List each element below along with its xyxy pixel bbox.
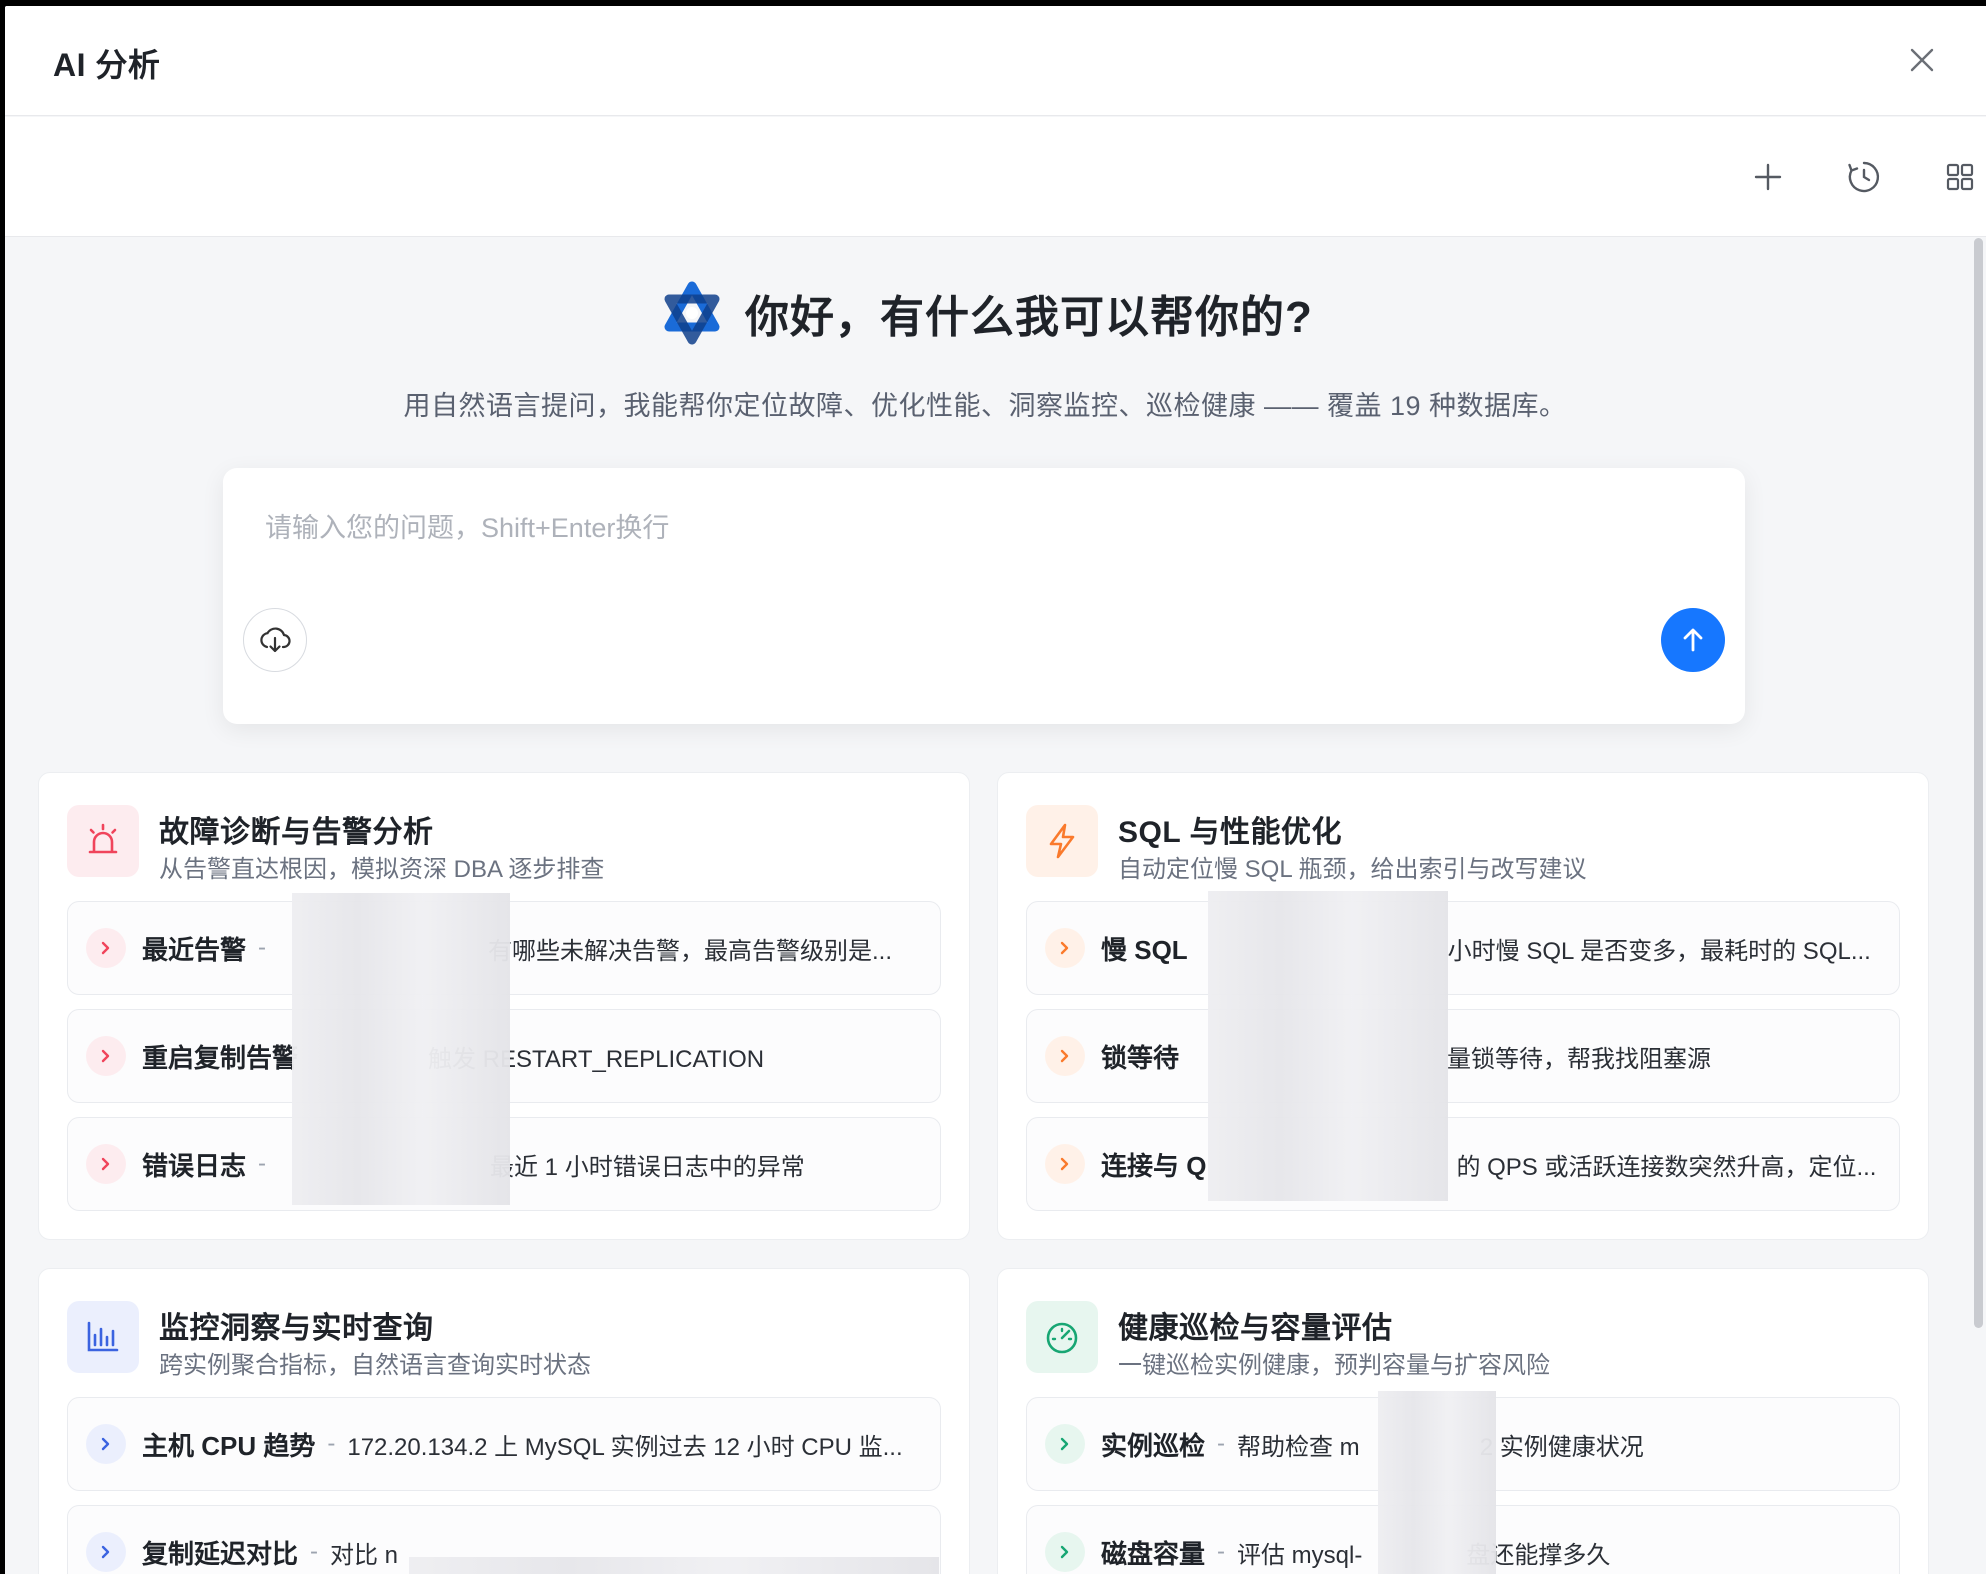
toolbar bbox=[5, 117, 1986, 237]
card-title: 健康巡检与容量评估 bbox=[1118, 1312, 1393, 1345]
card-fault-diagnosis: 故障诊断与告警分析 从告警直达根因，模拟资深 DBA 逐步排查 最近告警 - 有… bbox=[38, 772, 970, 1240]
card-description: 自动定位慢 SQL 瓶颈，给出索引与改写建议 bbox=[1118, 856, 1587, 883]
prompt-text-tail: 2 实例健康状况 bbox=[1479, 1433, 1644, 1461]
chevron-right-icon bbox=[86, 1036, 126, 1076]
prompt-text: 172.20.134.2 上 MySQL 实例过去 12 小时 CPU 监... bbox=[347, 1433, 903, 1461]
alarm-icon bbox=[67, 805, 139, 877]
assistant-logo-icon bbox=[664, 281, 720, 345]
chevron-right-icon bbox=[1045, 1532, 1085, 1572]
chevron-right-icon bbox=[1045, 1144, 1085, 1184]
redaction-mosaic bbox=[409, 1557, 939, 1574]
prompt-text: 对比 n bbox=[330, 1541, 399, 1569]
card-description: 一键巡检实例健康，预判容量与扩容风险 bbox=[1118, 1352, 1550, 1379]
prompt-text: 帮助检查 m bbox=[1237, 1433, 1360, 1461]
prompt-label: 磁盘容量 bbox=[1101, 1538, 1206, 1569]
history-icon[interactable] bbox=[1846, 159, 1882, 195]
hero-subtitle: 用自然语言提问，我能帮你定位故障、优化性能、洞察监控、巡检健康 —— 覆盖 19… bbox=[403, 391, 1567, 421]
chevron-right-icon bbox=[86, 1424, 126, 1464]
close-icon[interactable] bbox=[1906, 44, 1938, 76]
chevron-right-icon bbox=[86, 928, 126, 968]
card-monitoring-insights: 监控洞察与实时查询 跨实例聚合指标，自然语言查询实时状态 主机 CPU 趋势 -… bbox=[38, 1268, 970, 1574]
prompt-label: 错误日志 bbox=[142, 1150, 247, 1181]
prompt-text: 评估 mysql- bbox=[1237, 1541, 1363, 1569]
scrollbar-thumb[interactable] bbox=[1974, 238, 1983, 1328]
card-description: 跨实例聚合指标，自然语言查询实时状态 bbox=[159, 1352, 591, 1379]
arrow-up-icon[interactable] bbox=[1661, 608, 1725, 672]
card-sql-performance: SQL 与性能优化 自动定位慢 SQL 瓶颈，给出索引与改写建议 慢 SQL 小… bbox=[997, 772, 1929, 1240]
prompt-item-lock-wait[interactable]: 锁等待 量锁等待，帮我找阻塞源 bbox=[1026, 1009, 1900, 1103]
redaction-mosaic bbox=[292, 893, 510, 1205]
dialog-title: AI 分析 bbox=[53, 47, 161, 83]
plus-icon[interactable] bbox=[1750, 159, 1786, 195]
card-health-capacity: 健康巡检与容量评估 一键巡检实例健康，预判容量与扩容风险 实例巡检 - 帮助检查… bbox=[997, 1268, 1929, 1574]
chevron-right-icon bbox=[1045, 928, 1085, 968]
prompt-text: 的 QPS 或活跃连接数突然升高，定位... bbox=[1456, 1153, 1877, 1181]
prompt-label: 锁等待 bbox=[1101, 1042, 1180, 1073]
prompt-label: 重启复制告警 bbox=[142, 1042, 299, 1073]
hero-title: 你好，有什么我可以帮你的? bbox=[745, 293, 1313, 342]
chevron-right-icon bbox=[86, 1532, 126, 1572]
prompt-text: 量锁等待，帮我找阻塞源 bbox=[1447, 1045, 1712, 1073]
prompt-label: 实例巡检 bbox=[1101, 1430, 1206, 1461]
dialog-header: AI 分析 bbox=[5, 6, 1986, 116]
prompt-label: 慢 SQL bbox=[1101, 934, 1188, 965]
card-title: SQL 与性能优化 bbox=[1118, 816, 1342, 849]
card-title: 故障诊断与告警分析 bbox=[159, 816, 434, 849]
card-title: 监控洞察与实时查询 bbox=[159, 1312, 434, 1345]
gauge-icon bbox=[1026, 1301, 1098, 1373]
bar-chart-icon bbox=[67, 1301, 139, 1373]
prompt-item-slow-sql[interactable]: 慢 SQL 小时慢 SQL 是否变多，最耗时的 SQL... bbox=[1026, 901, 1900, 995]
chevron-right-icon bbox=[1045, 1424, 1085, 1464]
redaction-mosaic bbox=[1208, 891, 1448, 1201]
scrollbar[interactable] bbox=[1972, 238, 1986, 1574]
prompt-label: 主机 CPU 趋势 bbox=[142, 1430, 316, 1461]
prompt-text: 有哪些未解决告警，最高告警级别是... bbox=[488, 937, 893, 965]
prompt-text: 最近 1 小时错误日志中的异常 bbox=[490, 1153, 805, 1181]
prompt-item-connections-qps[interactable]: 连接与 Q 的 QPS 或活跃连接数突然升高，定位... bbox=[1026, 1117, 1900, 1211]
cloud-upload-icon[interactable] bbox=[243, 608, 307, 672]
lightning-icon bbox=[1026, 805, 1098, 877]
chevron-right-icon bbox=[86, 1144, 126, 1184]
prompt-label: 连接与 Q bbox=[1101, 1150, 1207, 1181]
card-description: 从告警直达根因，模拟资深 DBA 逐步排查 bbox=[159, 856, 605, 883]
prompt-item-host-cpu-trend[interactable]: 主机 CPU 趋势 - 172.20.134.2 上 MySQL 实例过去 12… bbox=[67, 1397, 941, 1491]
main-content: 你好，有什么我可以帮你的? 用自然语言提问，我能帮你定位故障、优化性能、洞察监控… bbox=[5, 238, 1986, 1574]
question-input-box[interactable]: 请输入您的问题，Shift+Enter换行 bbox=[223, 468, 1745, 724]
ai-analysis-dialog: AI 分析 你好，有什么我可以帮你的? 用自然语言提问，我能帮你定位故障、优化性… bbox=[5, 6, 1986, 1574]
welcome-hero: 你好，有什么我可以帮你的? 用自然语言提问，我能帮你定位故障、优化性能、洞察监控… bbox=[5, 278, 1965, 423]
prompt-label: 复制延迟对比 bbox=[142, 1538, 299, 1569]
question-input[interactable]: 请输入您的问题，Shift+Enter换行 bbox=[265, 506, 669, 545]
prompt-label: 最近告警 bbox=[142, 934, 247, 965]
chevron-right-icon bbox=[1045, 1036, 1085, 1076]
grid-icon[interactable] bbox=[1942, 159, 1978, 195]
prompt-text: 小时慢 SQL 是否变多，最耗时的 SQL... bbox=[1447, 937, 1871, 965]
redaction-mosaic bbox=[1378, 1391, 1496, 1574]
